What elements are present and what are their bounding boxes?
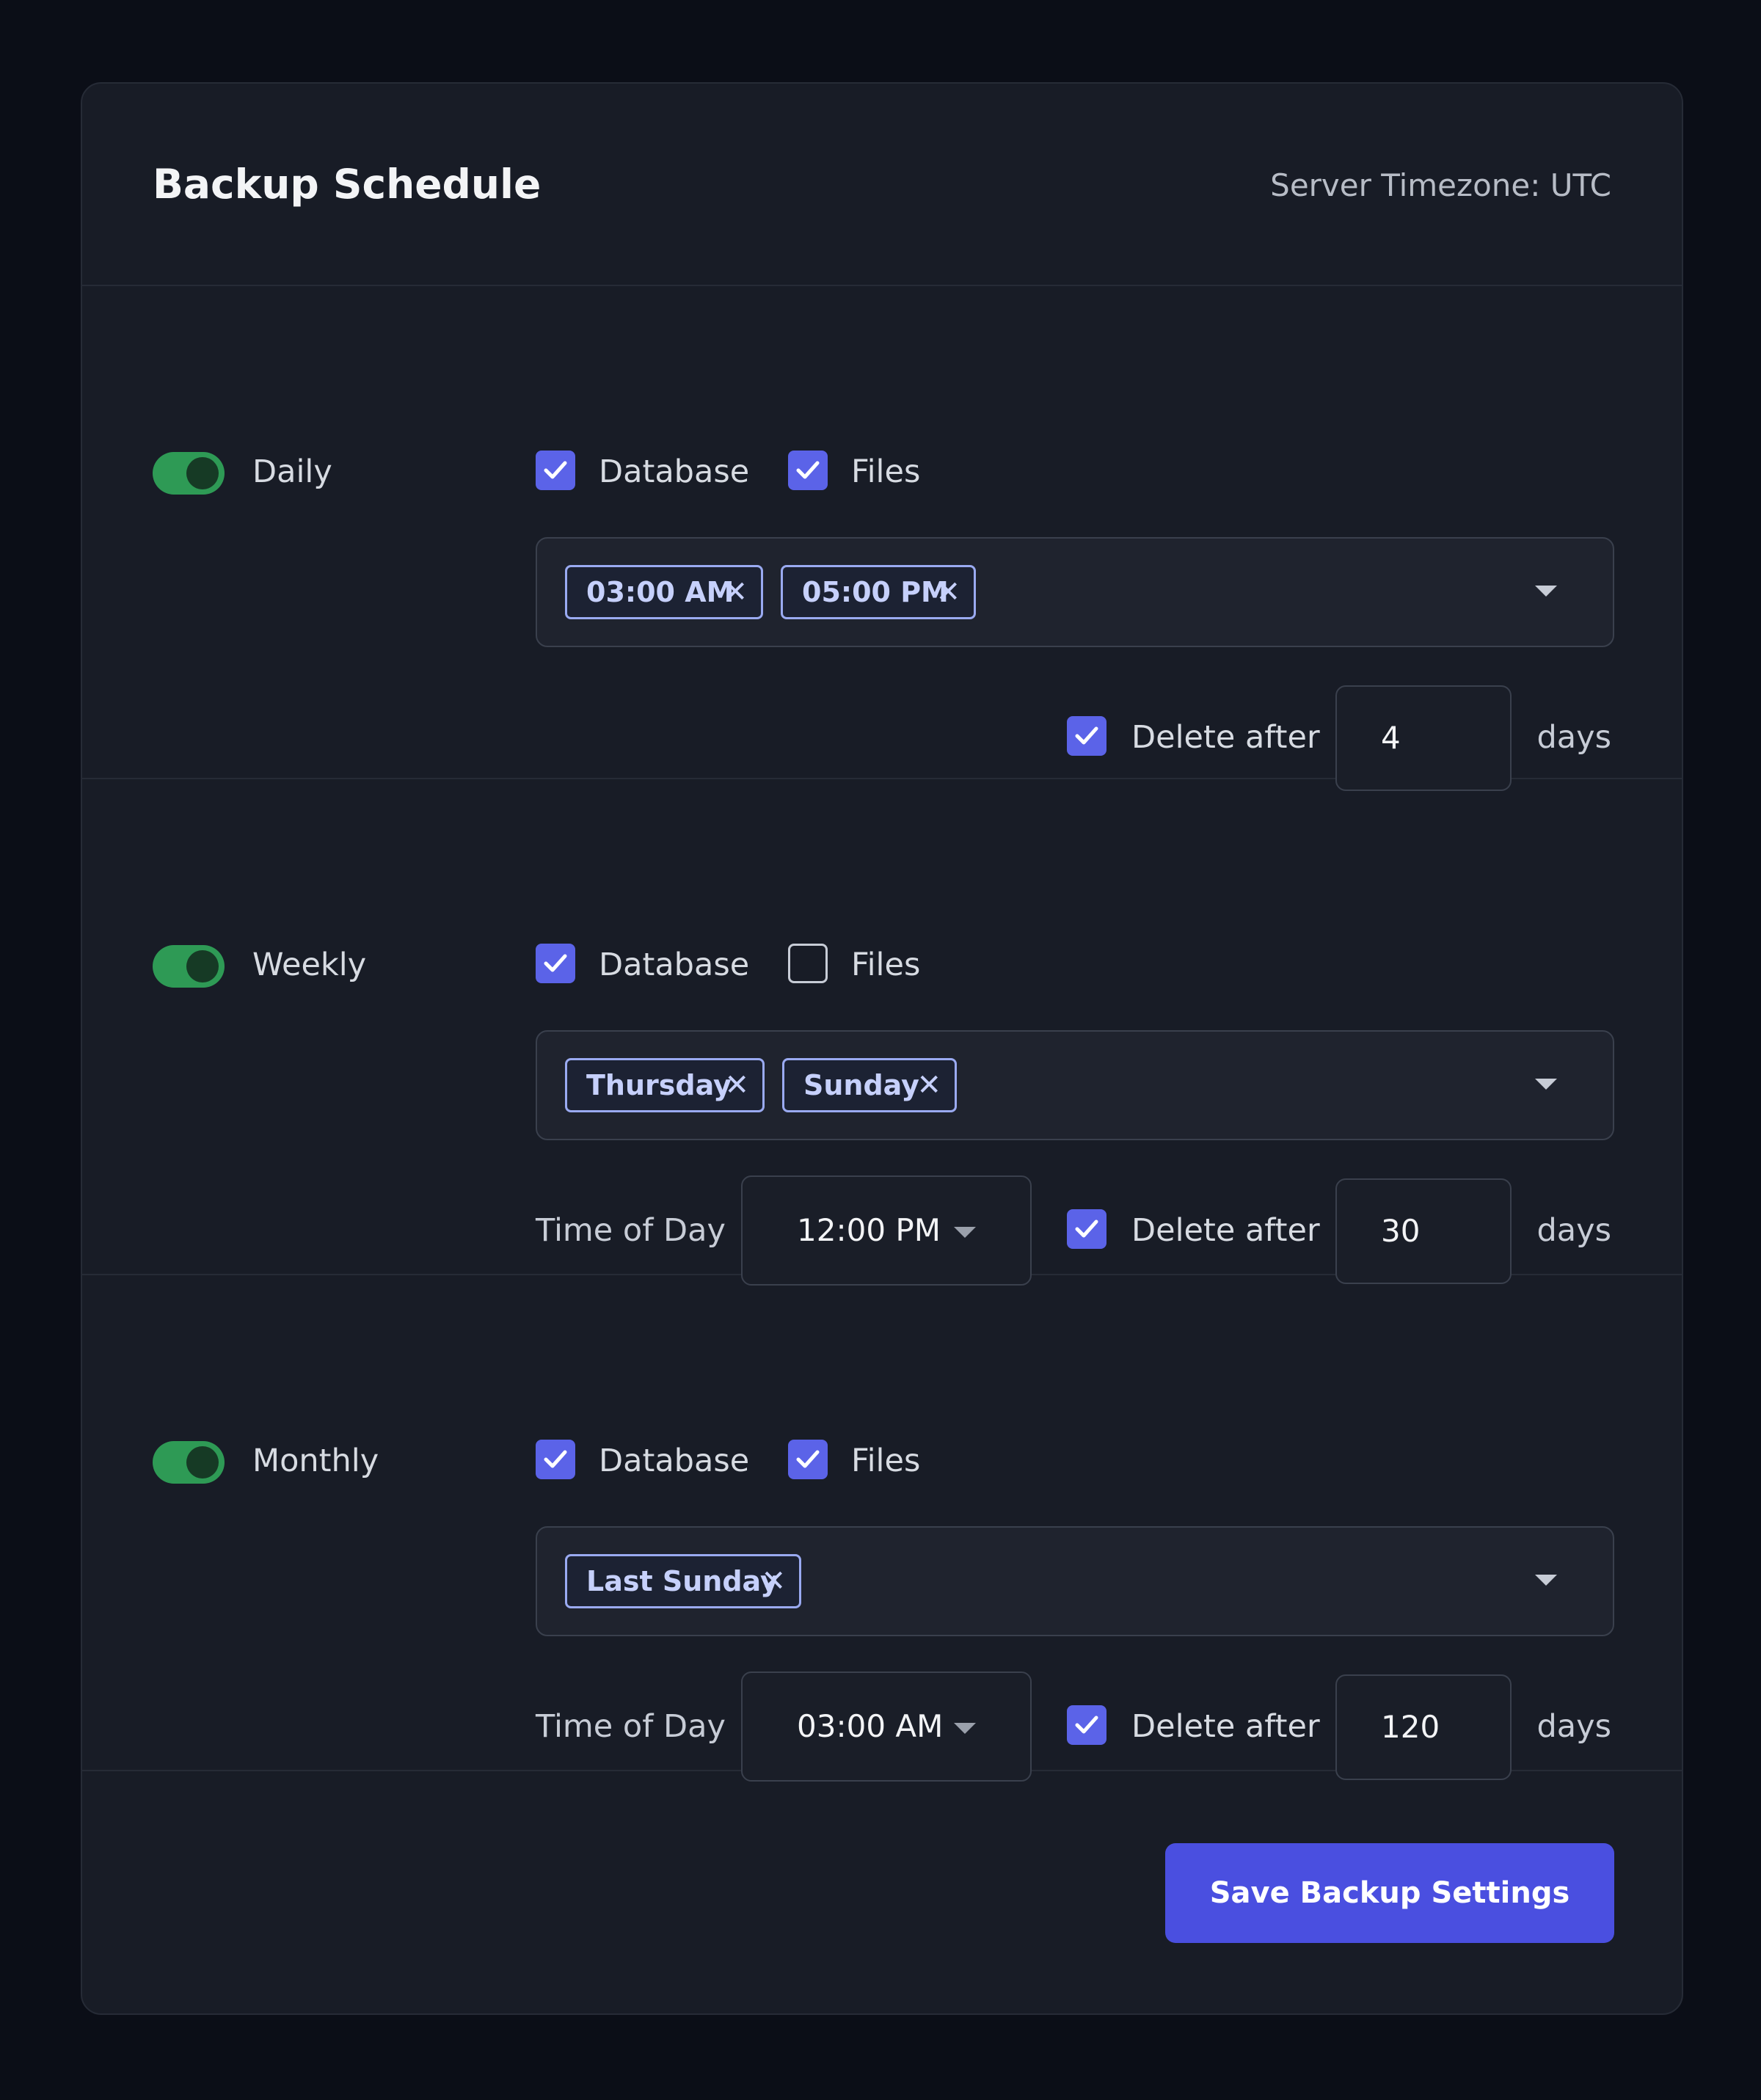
tag-label: Sunday bbox=[803, 1069, 919, 1101]
tag-weekly-day-1: Thursday ✕ bbox=[565, 1058, 765, 1112]
remove-tag-icon[interactable]: ✕ bbox=[724, 1060, 749, 1110]
check-icon bbox=[1075, 1219, 1098, 1238]
monthly-database-label: Database bbox=[599, 1443, 750, 1479]
tag-label: Last Sunday bbox=[586, 1565, 779, 1597]
check-icon bbox=[544, 954, 567, 972]
check-icon bbox=[544, 1450, 567, 1468]
weekly-time-of-day-label: Time of Day bbox=[536, 1212, 726, 1249]
tag-label: 03:00 AM bbox=[586, 576, 734, 608]
chevron-down-icon bbox=[954, 1227, 976, 1238]
weekly-files-label: Files bbox=[851, 947, 921, 983]
chevron-down-icon[interactable] bbox=[1535, 1079, 1557, 1090]
monthly-label: Monthly bbox=[252, 1443, 379, 1479]
toggle-knob bbox=[186, 457, 219, 489]
tag-daily-time-1: 03:00 AM ✕ bbox=[565, 565, 763, 619]
weekly-database-checkbox[interactable] bbox=[536, 944, 575, 983]
toggle-knob bbox=[186, 1446, 219, 1479]
check-icon bbox=[796, 461, 820, 479]
selected-time: 03:00 AM bbox=[797, 1708, 944, 1744]
daily-files-label: Files bbox=[851, 453, 921, 490]
weekly-files-checkbox[interactable] bbox=[788, 944, 828, 983]
daily-toggle[interactable] bbox=[153, 452, 225, 495]
chevron-down-icon bbox=[954, 1723, 976, 1734]
remove-tag-icon[interactable]: ✕ bbox=[723, 567, 748, 617]
check-icon bbox=[796, 1450, 820, 1468]
tag-weekly-day-2: Sunday ✕ bbox=[782, 1058, 957, 1112]
monthly-time-of-day-label: Time of Day bbox=[536, 1708, 726, 1745]
monthly-delete-days-input[interactable]: 120 bbox=[1335, 1674, 1512, 1780]
daily-database-checkbox[interactable] bbox=[536, 451, 575, 490]
weekly-label: Weekly bbox=[252, 947, 367, 983]
check-icon bbox=[1075, 726, 1098, 745]
weekly-delete-days-input[interactable]: 30 bbox=[1335, 1178, 1512, 1284]
weekly-section: Weekly Database Files Thursday ✕ Sunday … bbox=[82, 779, 1682, 1286]
page-title: Backup Schedule bbox=[153, 161, 542, 208]
monthly-delete-after-label: Delete after bbox=[1131, 1708, 1320, 1745]
selected-time: 12:00 PM bbox=[797, 1212, 941, 1248]
daily-files-checkbox[interactable] bbox=[788, 451, 828, 490]
remove-tag-icon[interactable]: ✕ bbox=[916, 1060, 941, 1110]
daily-database-label: Database bbox=[599, 453, 750, 490]
daily-delete-after-checkbox[interactable] bbox=[1067, 716, 1106, 756]
weekly-toggle[interactable] bbox=[153, 945, 225, 988]
save-backup-settings-button[interactable]: Save Backup Settings bbox=[1165, 1843, 1614, 1943]
card-header: Backup Schedule Server Timezone: UTC bbox=[82, 84, 1682, 286]
daily-section: Daily Database Files 03:00 AM ✕ 05:00 PM… bbox=[82, 286, 1682, 791]
tag-monthly-day-1: Last Sunday ✕ bbox=[565, 1554, 801, 1608]
weekly-database-label: Database bbox=[599, 947, 750, 983]
remove-tag-icon[interactable]: ✕ bbox=[761, 1556, 786, 1606]
daily-delete-days-input[interactable]: 4 bbox=[1335, 685, 1512, 791]
monthly-section: Monthly Database Files Last Sunday ✕ Tim… bbox=[82, 1275, 1682, 1782]
monthly-days-label: days bbox=[1536, 1708, 1612, 1745]
monthly-toggle[interactable] bbox=[153, 1441, 225, 1484]
daily-delete-after-label: Delete after bbox=[1131, 719, 1320, 756]
remove-tag-icon[interactable]: ✕ bbox=[936, 567, 960, 617]
backup-schedule-card: Backup Schedule Server Timezone: UTC Dai… bbox=[81, 82, 1683, 2015]
toggle-knob bbox=[186, 950, 219, 982]
monthly-delete-after-checkbox[interactable] bbox=[1067, 1705, 1106, 1745]
tag-label: 05:00 PM bbox=[802, 576, 949, 608]
weekly-days-label: days bbox=[1536, 1212, 1612, 1249]
tag-daily-time-2: 05:00 PM ✕ bbox=[781, 565, 976, 619]
weekly-days-multiselect[interactable]: Thursday ✕ Sunday ✕ bbox=[536, 1030, 1614, 1140]
monthly-days-multiselect[interactable]: Last Sunday ✕ bbox=[536, 1526, 1614, 1636]
monthly-time-of-day-select[interactable]: 03:00 AM bbox=[741, 1671, 1032, 1782]
monthly-files-checkbox[interactable] bbox=[788, 1440, 828, 1479]
monthly-database-checkbox[interactable] bbox=[536, 1440, 575, 1479]
weekly-time-of-day-select[interactable]: 12:00 PM bbox=[741, 1175, 1032, 1286]
chevron-down-icon[interactable] bbox=[1535, 586, 1557, 597]
tag-label: Thursday bbox=[586, 1069, 732, 1101]
daily-days-label: days bbox=[1536, 719, 1612, 756]
weekly-delete-after-label: Delete after bbox=[1131, 1212, 1320, 1249]
server-timezone: Server Timezone: UTC bbox=[1270, 167, 1611, 203]
chevron-down-icon[interactable] bbox=[1535, 1575, 1557, 1586]
check-icon bbox=[544, 461, 567, 479]
daily-times-multiselect[interactable]: 03:00 AM ✕ 05:00 PM ✕ bbox=[536, 537, 1614, 647]
weekly-delete-after-checkbox[interactable] bbox=[1067, 1209, 1106, 1249]
monthly-files-label: Files bbox=[851, 1443, 921, 1479]
check-icon bbox=[1075, 1716, 1098, 1734]
daily-label: Daily bbox=[252, 453, 332, 490]
